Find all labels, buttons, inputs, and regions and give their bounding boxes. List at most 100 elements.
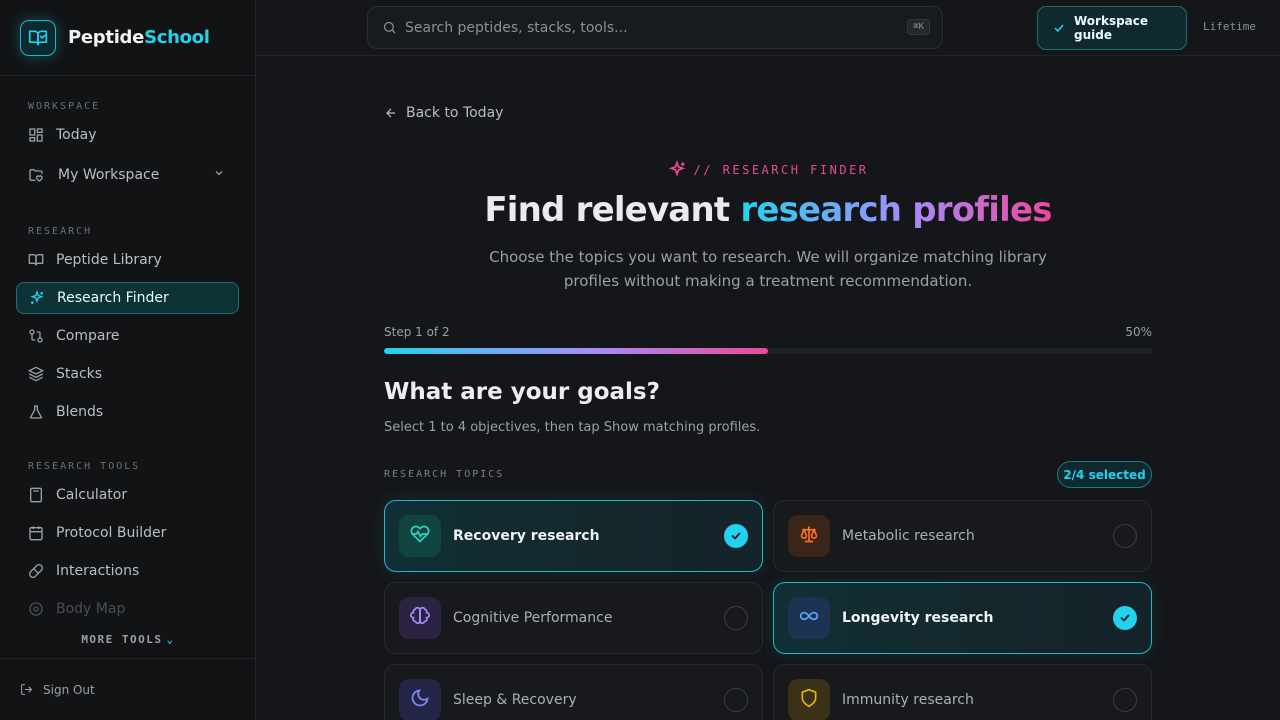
page-title-gradient: research profiles bbox=[740, 190, 1052, 230]
sidebar-item-label: Research Finder bbox=[57, 290, 169, 306]
topic-checkbox[interactable] bbox=[724, 606, 748, 630]
topic-card-cognitive[interactable]: Cognitive Performance bbox=[384, 582, 763, 654]
check-icon bbox=[1052, 21, 1066, 35]
book-icon bbox=[28, 252, 44, 268]
topic-card-sleep[interactable]: Sleep & Recovery bbox=[384, 664, 763, 720]
chevron-down-icon[interactable] bbox=[213, 167, 225, 183]
book-check-icon bbox=[20, 19, 56, 56]
sidebar-item-stacks[interactable]: Stacks bbox=[16, 358, 239, 390]
progress-percent: 50% bbox=[1125, 325, 1152, 339]
sidebar-item-label: Protocol Builder bbox=[56, 525, 167, 541]
sidebar-nav: WORKSPACE Today My Workspace RESEARCH Pe… bbox=[0, 76, 255, 658]
topic-checkbox[interactable] bbox=[1113, 688, 1137, 712]
goals-title: What are your goals? bbox=[384, 379, 660, 405]
heart-pulse-icon bbox=[410, 524, 430, 548]
tile bbox=[399, 515, 441, 557]
sidebar-item-label: Interactions bbox=[56, 563, 140, 579]
target-icon bbox=[28, 601, 44, 617]
infinity-icon bbox=[798, 606, 820, 630]
search-input[interactable]: Search peptides, stacks, tools... ⌘K bbox=[367, 6, 943, 49]
log-out-icon bbox=[20, 683, 33, 696]
progress-fill bbox=[384, 348, 768, 354]
back-to-today-link[interactable]: Back to Today bbox=[384, 105, 503, 121]
tile bbox=[788, 679, 830, 720]
shield-icon bbox=[799, 688, 819, 712]
sidebar-item-protocol-builder[interactable]: Protocol Builder bbox=[16, 517, 239, 549]
page-subtitle: Choose the topics you want to research. … bbox=[489, 248, 1047, 290]
section-label-workspace: WORKSPACE bbox=[28, 101, 101, 112]
topic-label: Longevity research bbox=[842, 610, 994, 626]
topic-label: Immunity research bbox=[842, 692, 974, 708]
search-shortcut: ⌘K bbox=[907, 19, 930, 35]
sidebar-item-research-finder[interactable]: Research Finder bbox=[16, 282, 239, 314]
workspace-guide-button[interactable]: Workspace guide bbox=[1037, 6, 1187, 50]
selected-count-badge: 2/4 selected bbox=[1057, 461, 1152, 488]
search-icon bbox=[382, 20, 397, 35]
more-tools-label: MORE TOOLS bbox=[81, 633, 163, 646]
calculator-icon bbox=[28, 487, 44, 503]
sidebar-item-label: Peptide Library bbox=[56, 252, 162, 268]
sidebar-item-label: Today bbox=[56, 127, 97, 143]
progress-bar bbox=[384, 348, 1152, 354]
sidebar-item-calculator[interactable]: Calculator bbox=[16, 479, 239, 511]
plan-badge: Lifetime bbox=[1203, 20, 1256, 33]
pill-icon bbox=[28, 563, 44, 579]
chevron-down-icon: ⌄ bbox=[166, 633, 175, 646]
topic-card-metabolic[interactable]: Metabolic research bbox=[773, 500, 1152, 572]
topic-card-immunity[interactable]: Immunity research bbox=[773, 664, 1152, 720]
sidebar-item-label: My Workspace bbox=[58, 167, 160, 183]
sidebar-item-interactions[interactable]: Interactions bbox=[16, 555, 239, 587]
topic-label: Cognitive Performance bbox=[453, 610, 613, 626]
compare-icon bbox=[28, 328, 44, 344]
main-content: Back to Today // RESEARCH FINDER Find re… bbox=[256, 57, 1280, 720]
sign-out-button[interactable]: Sign Out bbox=[0, 658, 256, 720]
sidebar: PeptideSchool WORKSPACE Today My Workspa… bbox=[0, 0, 256, 720]
topic-checkbox[interactable] bbox=[1113, 524, 1137, 548]
topic-label: Recovery research bbox=[453, 528, 600, 544]
moon-icon bbox=[410, 688, 430, 712]
tile bbox=[788, 597, 830, 639]
more-tools-button[interactable]: MORE TOOLS ⌄ bbox=[0, 633, 256, 646]
step-label: Step 1 of 2 bbox=[384, 325, 450, 339]
sidebar-item-label: Compare bbox=[56, 328, 120, 344]
topic-card-longevity[interactable]: Longevity research bbox=[773, 582, 1152, 654]
topic-checkbox[interactable] bbox=[724, 688, 748, 712]
topic-checkbox-checked[interactable] bbox=[1113, 606, 1137, 630]
goals-subtitle: Select 1 to 4 objectives, then tap Show … bbox=[384, 420, 761, 435]
sidebar-item-label: Blends bbox=[56, 404, 104, 420]
folder-heart-icon bbox=[28, 167, 44, 183]
flask-icon bbox=[28, 404, 44, 420]
tile bbox=[399, 679, 441, 720]
topic-checkbox-checked[interactable] bbox=[724, 524, 748, 548]
tile bbox=[399, 597, 441, 639]
sidebar-item-peptide-library[interactable]: Peptide Library bbox=[16, 244, 239, 276]
sidebar-item-compare[interactable]: Compare bbox=[16, 320, 239, 352]
sidebar-item-label: Calculator bbox=[56, 487, 128, 503]
topbar: Search peptides, stacks, tools... ⌘K Wor… bbox=[256, 0, 1280, 56]
section-label-research: RESEARCH bbox=[28, 226, 93, 237]
calendar-icon bbox=[28, 525, 44, 541]
sign-out-label: Sign Out bbox=[43, 682, 95, 697]
brand-name: PeptideSchool bbox=[68, 27, 210, 48]
sidebar-item-body-map[interactable]: Body Map bbox=[16, 593, 239, 625]
sidebar-item-label: Body Map bbox=[56, 601, 126, 617]
topics-label: RESEARCH TOPICS bbox=[384, 469, 505, 480]
topic-card-recovery[interactable]: Recovery research bbox=[384, 500, 763, 572]
page-title: Find relevant research profiles bbox=[256, 190, 1280, 230]
sidebar-item-blends[interactable]: Blends bbox=[16, 396, 239, 428]
sidebar-item-today[interactable]: Today bbox=[16, 119, 239, 151]
layers-icon bbox=[28, 366, 44, 382]
brand-name-part2: School bbox=[144, 27, 210, 48]
search-placeholder: Search peptides, stacks, tools... bbox=[405, 19, 628, 36]
topic-label: Sleep & Recovery bbox=[453, 692, 577, 708]
brand[interactable]: PeptideSchool bbox=[0, 0, 255, 76]
sparkles-icon bbox=[29, 290, 45, 306]
grid-icon bbox=[28, 127, 44, 143]
section-label-research-tools: RESEARCH TOOLS bbox=[28, 461, 141, 472]
sidebar-item-label: Stacks bbox=[56, 366, 103, 382]
workspace-guide-label: Workspace guide bbox=[1074, 14, 1149, 42]
brain-icon bbox=[410, 606, 430, 630]
arrow-left-icon bbox=[384, 106, 398, 120]
tile bbox=[788, 515, 830, 557]
sidebar-item-my-workspace[interactable]: My Workspace bbox=[16, 159, 239, 191]
